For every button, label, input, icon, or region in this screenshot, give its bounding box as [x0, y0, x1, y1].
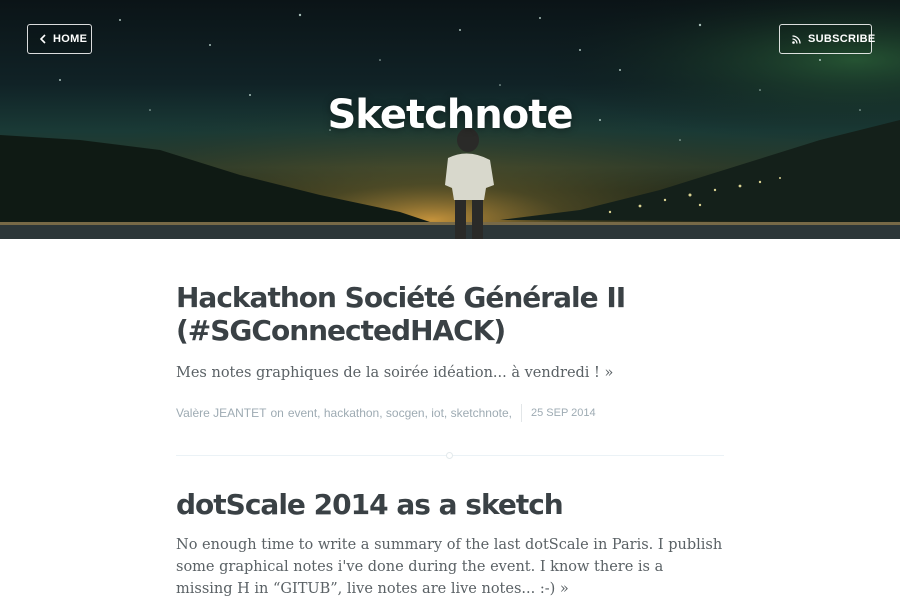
subscribe-button[interactable]: SUBSCRIBE [779, 24, 875, 54]
blog-header: HOME SUBSCRIBE Sketchnote [0, 0, 900, 239]
read-more-link[interactable]: » [560, 581, 569, 597]
rss-icon [792, 34, 801, 44]
post-excerpt: No enough time to write a summary of the… [176, 534, 724, 600]
divider-dot [446, 452, 453, 459]
tag-list[interactable]: event, hackathon, socgen, iot, sketchnot… [288, 406, 512, 420]
post-excerpt: Mes notes graphiques de la soirée idéati… [176, 362, 724, 384]
subscribe-label: SUBSCRIBE [808, 33, 876, 45]
post-excerpt-text: No enough time to write a summary of the… [176, 537, 723, 597]
post-list: Hackathon Société Générale II (#SGConnec… [176, 239, 724, 600]
post-title-link[interactable]: Hackathon Société Générale II (#SGConnec… [176, 281, 724, 347]
post-date: 25 SEP 2014 [530, 407, 596, 419]
post-item: Hackathon Société Générale II (#SGConnec… [176, 281, 724, 422]
post-meta: Valère JEANTET on event, hackathon, socg… [176, 404, 724, 422]
blog-title: Sketchnote [327, 92, 574, 138]
on-text: on [270, 406, 284, 420]
post-title-link[interactable]: dotScale 2014 as a sketch [176, 488, 724, 521]
post-item: dotScale 2014 as a sketch No enough time… [176, 488, 724, 600]
post-excerpt-text: Mes notes graphiques de la soirée idéati… [176, 365, 600, 381]
author-link[interactable]: Valère JEANTET [176, 406, 266, 420]
home-button[interactable]: HOME [27, 24, 92, 54]
read-more-link[interactable]: » [605, 365, 614, 381]
post-divider [176, 452, 724, 459]
home-label: HOME [53, 33, 88, 45]
meta-separator [520, 404, 522, 422]
chevron-left-icon [40, 34, 46, 44]
